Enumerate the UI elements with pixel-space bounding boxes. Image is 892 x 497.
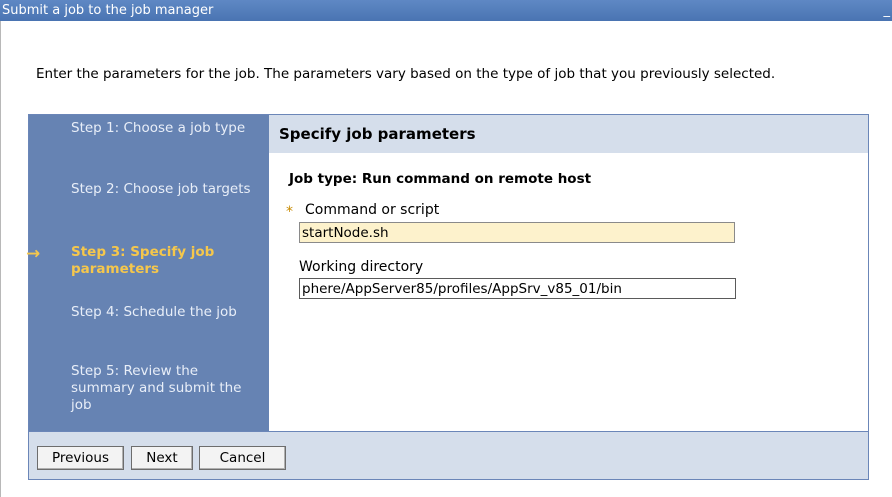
step-4-schedule-job: Step 4: Schedule the job: [71, 304, 237, 320]
wizard-container: Step 1: Choose a job type Step 2: Choose…: [26, 114, 869, 432]
minimize-icon[interactable]: _: [884, 0, 891, 21]
panel-title: Specify job parameters: [269, 115, 868, 153]
step-5-review-and-submit: Step 5: Review the summary and submit th…: [71, 363, 242, 413]
step-1-choose-job-type: Step 1: Choose a job type: [71, 120, 246, 136]
cancel-button[interactable]: Cancel: [199, 446, 286, 470]
job-parameters-panel: Specify job parameters Job type: Run com…: [269, 115, 868, 431]
step-3-specify-job-parameters: Step 3: Specify job parameters: [71, 244, 215, 277]
command-script-label: Command or script: [305, 202, 440, 218]
previous-button[interactable]: Previous: [37, 446, 124, 470]
command-script-input[interactable]: [299, 222, 735, 243]
required-asterisk-icon: *: [286, 204, 293, 220]
dialog-title: Submit a job to the job manager: [2, 3, 214, 18]
job-type-label: Job type: Run command on remote host: [289, 171, 592, 187]
working-directory-input[interactable]: [299, 278, 736, 299]
current-step-arrow-icon: →: [26, 244, 41, 264]
step-2-choose-job-targets: Step 2: Choose job targets: [71, 181, 251, 197]
dialog-title-bar: Submit a job to the job manager _: [0, 0, 892, 21]
wizard-button-bar: Previous Next Cancel: [28, 432, 869, 480]
wizard-steps-sidebar: Step 1: Choose a job type Step 2: Choose…: [26, 115, 269, 431]
dialog-frame-border: [0, 21, 1, 497]
instructions-text: Enter the parameters for the job. The pa…: [36, 66, 776, 82]
next-button[interactable]: Next: [131, 446, 193, 470]
working-directory-label: Working directory: [299, 259, 424, 275]
